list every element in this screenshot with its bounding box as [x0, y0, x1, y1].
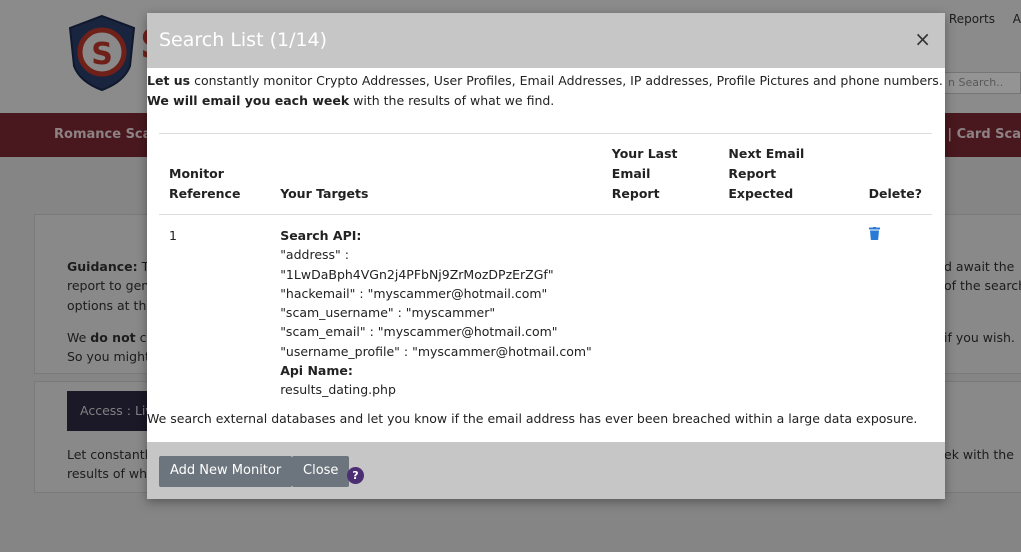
row-delete: [859, 215, 932, 411]
modal-title: Search List (1/14): [159, 29, 328, 51]
target-line: "address" :: [280, 247, 349, 263]
row-next-email: [718, 215, 858, 411]
row-reference: 1: [169, 228, 177, 243]
modal-intro: Let us constantly monitor Crypto Address…: [147, 73, 943, 108]
header-last-email: Your Last Email Report: [601, 133, 719, 215]
header-next-email: Next Email Report Expected: [718, 133, 859, 215]
target-line: "1LwDaBph4VGn2j4PFbNj9ZrMozDPzErZGf": [280, 266, 554, 282]
header-your-targets: Your Targets: [270, 133, 602, 215]
search-api-label: Search API:: [280, 228, 362, 243]
trash-icon[interactable]: [868, 227, 880, 240]
monitor-table: Monitor Reference Your Targets Your Last …: [159, 133, 932, 411]
row-last-email: [602, 215, 719, 411]
header-monitor-reference: Monitor Reference: [159, 133, 271, 215]
modal-header: Search List (1/14) ×: [147, 13, 945, 68]
search-list-modal: Search List (1/14) × Let us constantly m…: [147, 13, 945, 499]
target-line: "scam_email" : "myscammer@hotmail.com": [280, 324, 558, 340]
target-line: "scam_username" : "myscammer": [280, 305, 496, 321]
help-icon[interactable]: ?: [347, 467, 364, 484]
add-new-monitor-button[interactable]: Add New Monitor: [159, 456, 293, 487]
row-targets: Search API: "address" : "1LwDaBph4VGn2j4…: [270, 215, 602, 411]
table-header-row: Monitor Reference Your Targets Your Last …: [159, 133, 932, 215]
modal-footer: Add New Monitor Close ?: [147, 442, 945, 499]
target-line: "username_profile" : "myscammer@hotmail.…: [280, 343, 592, 359]
close-icon[interactable]: ×: [914, 27, 931, 51]
table-row: 1 Search API: "address" : "1LwDaBph4VGn2…: [159, 215, 932, 411]
api-name-value: results_dating.php: [280, 382, 396, 398]
close-button[interactable]: Close: [292, 456, 350, 487]
target-line: "hackemail" : "myscammer@hotmail.com": [280, 285, 548, 301]
header-delete: Delete?: [858, 133, 932, 215]
api-name-label: Api Name:: [280, 363, 353, 379]
breach-info-text: We search external databases and let you…: [147, 411, 918, 426]
